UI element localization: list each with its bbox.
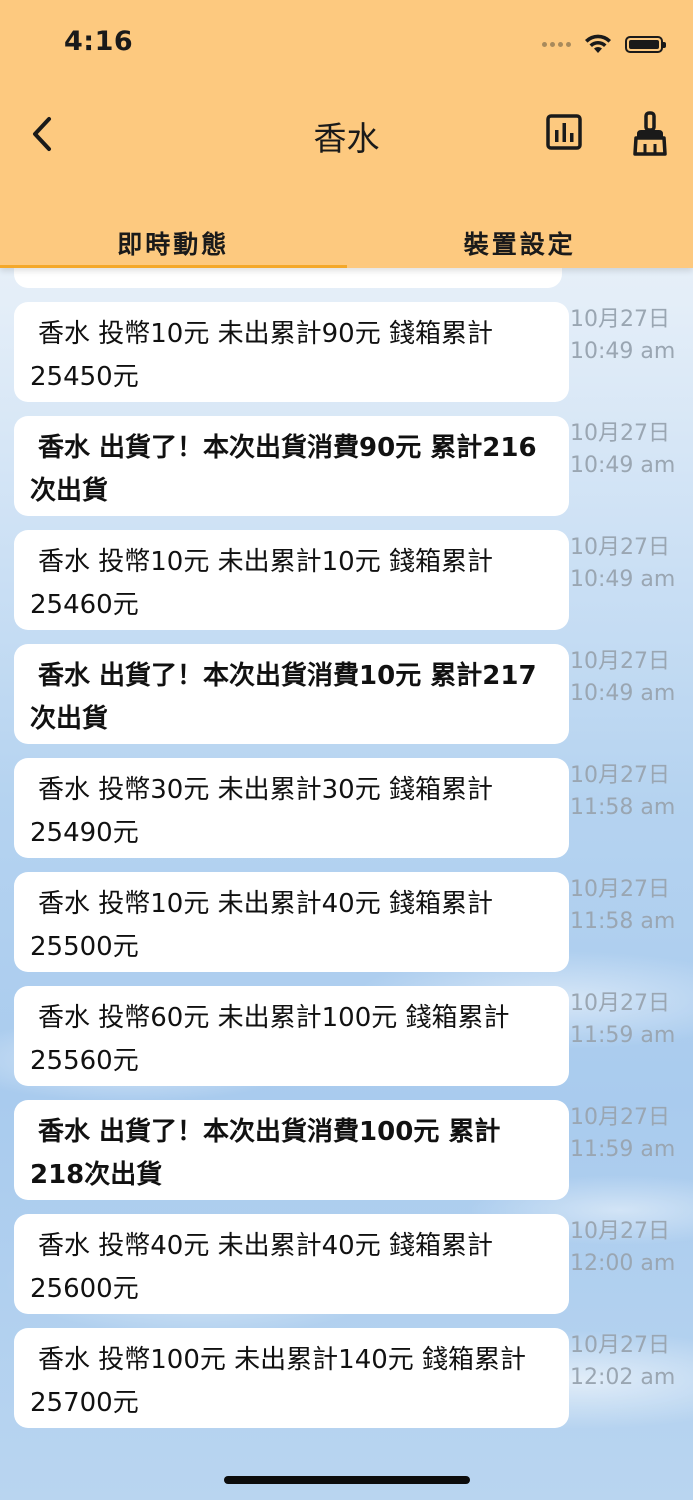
- message-date: 10月27日: [570, 763, 670, 788]
- message-text: 香水 投幣10元 未出累計10元 錢箱累計25460元: [30, 547, 493, 620]
- message-bubble: 香水 投幣60元 未出累計100元 錢箱累計25560元: [14, 986, 569, 1086]
- message-date: 10月27日: [570, 1333, 670, 1358]
- message-bubble: 香水 出貨了！本次出貨消費90元 累計216次出貨: [14, 416, 569, 516]
- message-date: 10月27日: [570, 877, 670, 902]
- message-date: 10月27日: [570, 1105, 670, 1130]
- signal-icon: [542, 41, 571, 47]
- list-item: 香水 出貨了！本次出貨消費10元 累計217次出貨 10月27日 10:49 a…: [0, 644, 693, 744]
- bar-chart-icon: [546, 114, 582, 150]
- message-bubble: 香水 出貨了！本次出貨消費100元 累計218次出貨: [14, 1100, 569, 1200]
- message-time: 11:58 am: [570, 795, 676, 820]
- message-timestamp: 10月27日 11:59 am: [570, 988, 688, 1052]
- list-item: [14, 268, 562, 288]
- message-timestamp: 10月27日 10:49 am: [570, 304, 688, 368]
- message-text: 香水 投幣10元 未出累計40元 錢箱累計25500元: [30, 889, 493, 962]
- list-item: 香水 出貨了！本次出貨消費100元 累計218次出貨 10月27日 11:59 …: [0, 1100, 693, 1200]
- status-time: 4:16: [64, 26, 134, 57]
- list-item: 香水 投幣10元 未出累計40元 錢箱累計25500元 10月27日 11:58…: [0, 872, 693, 972]
- status-icons: [542, 30, 666, 58]
- tab-live-activity[interactable]: 即時動態: [0, 222, 347, 268]
- message-time: 10:49 am: [570, 453, 676, 478]
- message-time: 11:58 am: [570, 909, 676, 934]
- message-timestamp: 10月27日 10:49 am: [570, 532, 688, 596]
- message-date: 10月27日: [570, 991, 670, 1016]
- list-item: 香水 投幣100元 未出累計140元 錢箱累計25700元 10月27日 12:…: [0, 1328, 693, 1428]
- clear-button[interactable]: [627, 110, 673, 158]
- message-date: 10月27日: [570, 421, 670, 446]
- list-item: 香水 出貨了！本次出貨消費90元 累計216次出貨 10月27日 10:49 a…: [0, 416, 693, 516]
- message-time: 12:02 am: [570, 1365, 676, 1390]
- message-bubble: 香水 投幣30元 未出累計30元 錢箱累計25490元: [14, 758, 569, 858]
- list-item: 香水 投幣30元 未出累計30元 錢箱累計25490元 10月27日 11:58…: [0, 758, 693, 858]
- page-title: 香水: [313, 119, 380, 158]
- message-timestamp: 10月27日 12:00 am: [570, 1216, 688, 1280]
- battery-icon: [625, 35, 666, 53]
- statistics-button[interactable]: [544, 112, 586, 154]
- message-text: 香水 出貨了！本次出貨消費10元 累計217次出貨: [30, 661, 537, 734]
- tab-device-settings[interactable]: 裝置設定: [347, 222, 693, 268]
- message-timestamp: 10月27日 10:49 am: [570, 418, 688, 482]
- message-timestamp: 10月27日 11:58 am: [570, 874, 688, 938]
- message-timestamp: 10月27日 12:02 am: [570, 1330, 688, 1394]
- message-bubble: 香水 投幣10元 未出累計90元 錢箱累計25450元: [14, 302, 569, 402]
- message-timestamp: 10月27日 10:49 am: [570, 646, 688, 710]
- message-time: 10:49 am: [570, 567, 676, 592]
- message-bubble: 香水 出貨了！本次出貨消費10元 累計217次出貨: [14, 644, 569, 744]
- message-bubble: 香水 投幣40元 未出累計40元 錢箱累計25600元: [14, 1214, 569, 1314]
- message-time: 10:49 am: [570, 339, 676, 364]
- message-bubble: 香水 投幣100元 未出累計140元 錢箱累計25700元: [14, 1328, 569, 1428]
- message-bubble: 香水 投幣10元 未出累計40元 錢箱累計25500元: [14, 872, 569, 972]
- message-text: 香水 出貨了！本次出貨消費100元 累計218次出貨: [30, 1117, 501, 1190]
- wifi-icon: [585, 34, 611, 53]
- message-text: 香水 投幣100元 未出累計140元 錢箱累計25700元: [30, 1345, 527, 1418]
- message-date: 10月27日: [570, 307, 670, 332]
- list-item: 香水 投幣10元 未出累計10元 錢箱累計25460元 10月27日 10:49…: [0, 530, 693, 630]
- message-time: 11:59 am: [570, 1023, 676, 1048]
- list-item: 香水 投幣40元 未出累計40元 錢箱累計25600元 10月27日 12:00…: [0, 1214, 693, 1314]
- home-indicator[interactable]: [224, 1476, 470, 1484]
- message-timestamp: 10月27日 11:58 am: [570, 760, 688, 824]
- message-time: 12:00 am: [570, 1251, 676, 1276]
- message-date: 10月27日: [570, 649, 670, 674]
- message-text: 香水 出貨了！本次出貨消費90元 累計216次出貨: [30, 433, 537, 506]
- message-time: 11:59 am: [570, 1137, 676, 1162]
- message-date: 10月27日: [570, 1219, 670, 1244]
- message-time: 10:49 am: [570, 681, 676, 706]
- list-item: 香水 投幣60元 未出累計100元 錢箱累計25560元 10月27日 11:5…: [0, 986, 693, 1086]
- message-text: 香水 投幣40元 未出累計40元 錢箱累計25600元: [30, 1231, 493, 1304]
- message-text: 香水 投幣60元 未出累計100元 錢箱累計25560元: [30, 1003, 510, 1076]
- message-text: 香水 投幣30元 未出累計30元 錢箱累計25490元: [30, 775, 493, 848]
- message-timestamp: 10月27日 11:59 am: [570, 1102, 688, 1166]
- app-header: 4:16 香水 即時動態 裝置設定: [0, 0, 693, 268]
- message-date: 10月27日: [570, 535, 670, 560]
- tab-bar: 即時動態 裝置設定: [0, 222, 693, 268]
- message-bubble: 香水 投幣10元 未出累計10元 錢箱累計25460元: [14, 530, 569, 630]
- message-list[interactable]: 香水 投幣10元 未出累計90元 錢箱累計25450元 10月27日 10:49…: [0, 268, 693, 1500]
- list-item: 香水 投幣10元 未出累計90元 錢箱累計25450元 10月27日 10:49…: [0, 302, 693, 402]
- message-text: 香水 投幣10元 未出累計90元 錢箱累計25450元: [30, 319, 493, 392]
- broom-icon: [633, 111, 667, 156]
